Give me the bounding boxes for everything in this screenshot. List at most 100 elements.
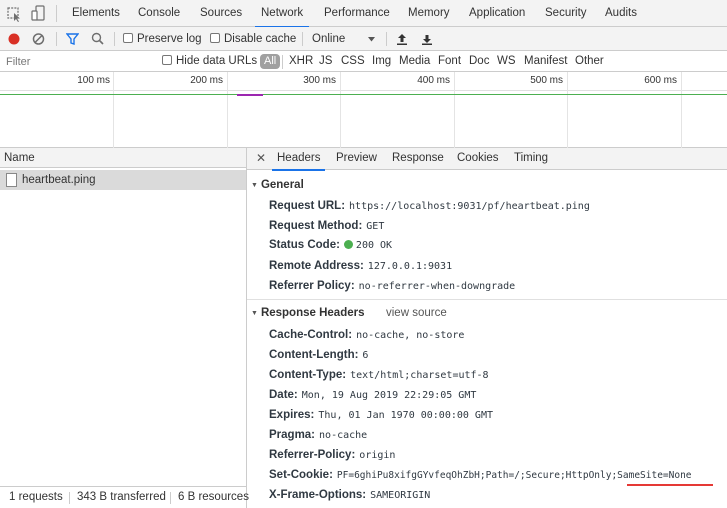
type-filter-doc[interactable]: Doc [469,51,489,72]
record-icon[interactable] [8,27,20,51]
toolbar-separator [56,5,57,22]
checkbox-box[interactable] [123,33,133,43]
summary-transferred: 343 B transferred [77,491,166,503]
preserve-log-checkbox[interactable]: Preserve log [123,27,202,51]
overview-gridline [227,72,228,148]
tab-headers[interactable]: Headers [271,148,326,171]
filter-input[interactable] [2,53,152,70]
type-filter-css[interactable]: CSS [341,51,365,72]
disable-cache-label: Disable cache [224,33,297,45]
header-value: GET [366,221,385,232]
header-value: no-cache, no-store [356,330,465,341]
status-ok-icon [343,240,353,249]
filter-icon[interactable] [65,27,80,51]
tab-security[interactable]: Security [545,0,587,27]
header-row: Request URL: https://localhost:9031/pf/he… [269,197,590,215]
hide-data-urls-checkbox[interactable]: Hide data URLs [162,51,257,72]
toolbar-separator [282,55,283,69]
overview-tick-label: 400 ms [417,75,450,86]
type-filter-ws[interactable]: WS [497,51,516,72]
expand-triangle-icon[interactable]: ▼ [251,177,258,195]
header-row: Referrer-Policy: origin [269,446,395,464]
tab-timing[interactable]: Timing [514,148,548,170]
type-filter-xhr[interactable]: XHR [289,51,313,72]
overview-tick-label: 600 ms [644,75,677,86]
overview-gridline [454,72,455,148]
response-headers-title: Response Headers [260,307,365,319]
column-name-header[interactable]: Name [4,148,35,168]
header-key: Request Method: [269,220,363,232]
inspect-icon[interactable] [6,0,22,27]
tab-memory[interactable]: Memory [408,0,450,27]
overview-gridline [113,72,114,148]
hide-data-urls-label: Hide data URLs [176,55,258,67]
header-key: Status Code: [269,239,340,251]
header-key: Content-Type: [269,369,347,381]
header-key: Content-Length: [269,349,359,361]
devtools-panel-tabbar: Elements Console Sources Network Perform… [0,0,727,28]
overview-tick-label: 300 ms [303,75,336,86]
expand-triangle-icon[interactable]: ▼ [251,305,258,323]
response-headers-section-header[interactable]: ▼ Response Headers [251,304,364,322]
header-row: Request Method: GET [269,217,384,235]
samesite-highlight-underline [627,484,713,486]
request-list-header[interactable]: Name [0,148,247,168]
throttling-select[interactable]: Online [312,27,345,51]
type-filter-manifest[interactable]: Manifest [524,51,567,72]
section-divider [247,299,727,300]
header-value: text/html;charset=utf-8 [350,370,489,381]
header-value: Thu, 01 Jan 1970 00:00:00 GMT [318,410,493,421]
overview-request-bar [237,94,263,96]
close-icon[interactable]: ✕ [256,148,266,169]
tab-performance[interactable]: Performance [324,0,390,27]
tab-response[interactable]: Response [392,148,444,170]
disable-cache-checkbox[interactable]: Disable cache [210,27,296,51]
device-toolbar-icon[interactable] [30,0,46,27]
request-row[interactable]: heartbeat.ping [0,170,246,190]
tab-elements[interactable]: Elements [72,0,120,27]
toolbar-separator [114,32,115,46]
type-filter-media[interactable]: Media [399,51,430,72]
pane-divider[interactable] [246,148,247,508]
general-section-header[interactable]: ▼ General [251,176,304,194]
tab-preview[interactable]: Preview [336,148,377,170]
checkbox-box[interactable] [162,55,172,65]
export-har-icon[interactable] [421,27,433,51]
overview-tick-label: 200 ms [190,75,223,86]
header-value: SAMEORIGIN [370,490,431,501]
type-filter-other[interactable]: Other [575,51,604,72]
header-value: Mon, 19 Aug 2019 22:29:05 GMT [301,390,477,401]
tab-console[interactable]: Console [138,0,180,27]
header-row: Referrer Policy: no-referrer-when-downgra… [269,277,515,295]
header-key: Expires: [269,409,315,421]
view-source-link[interactable]: view source [386,304,447,322]
throttle-dropdown-icon[interactable] [367,27,376,51]
tab-application[interactable]: Application [469,0,525,27]
tab-cookies[interactable]: Cookies [457,148,499,170]
search-icon[interactable] [91,27,104,51]
request-name[interactable]: heartbeat.ping [22,170,96,190]
tab-network[interactable]: Network [254,0,310,28]
tab-audits[interactable]: Audits [605,0,637,27]
checkbox-box[interactable] [210,33,220,43]
type-filter-img[interactable]: Img [372,51,391,72]
header-value: https://localhost:9031/pf/heartbeat.ping [349,201,590,212]
header-key: Request URL: [269,200,346,212]
type-filter-font[interactable]: Font [438,51,461,72]
header-key: X-Frame-Options: [269,489,367,501]
type-filter-all[interactable]: All [260,54,281,69]
import-har-icon[interactable] [396,27,408,51]
header-key: Referrer-Policy: [269,449,356,461]
network-overview[interactable]: 100 ms 200 ms 300 ms 400 ms 500 ms 600 m… [0,72,727,148]
toolbar-separator [302,32,303,46]
request-detail-tabs: ✕ Headers Preview Response Cookies Timin… [247,148,727,171]
type-filter-js[interactable]: JS [319,51,332,72]
header-value: 6 [362,350,369,361]
tab-sources[interactable]: Sources [200,0,242,27]
clear-icon[interactable] [32,27,45,51]
header-value: PF=6ghiPu8xifgGYvfeqOhZbH;Path=/;Secure;… [336,470,692,481]
overview-load-line [0,94,237,95]
header-value: no-cache [319,430,368,441]
header-row: Cache-Control: no-cache, no-store [269,326,464,344]
network-summary-bar: 1 requests 343 B transferred 6 B resourc… [0,486,249,508]
